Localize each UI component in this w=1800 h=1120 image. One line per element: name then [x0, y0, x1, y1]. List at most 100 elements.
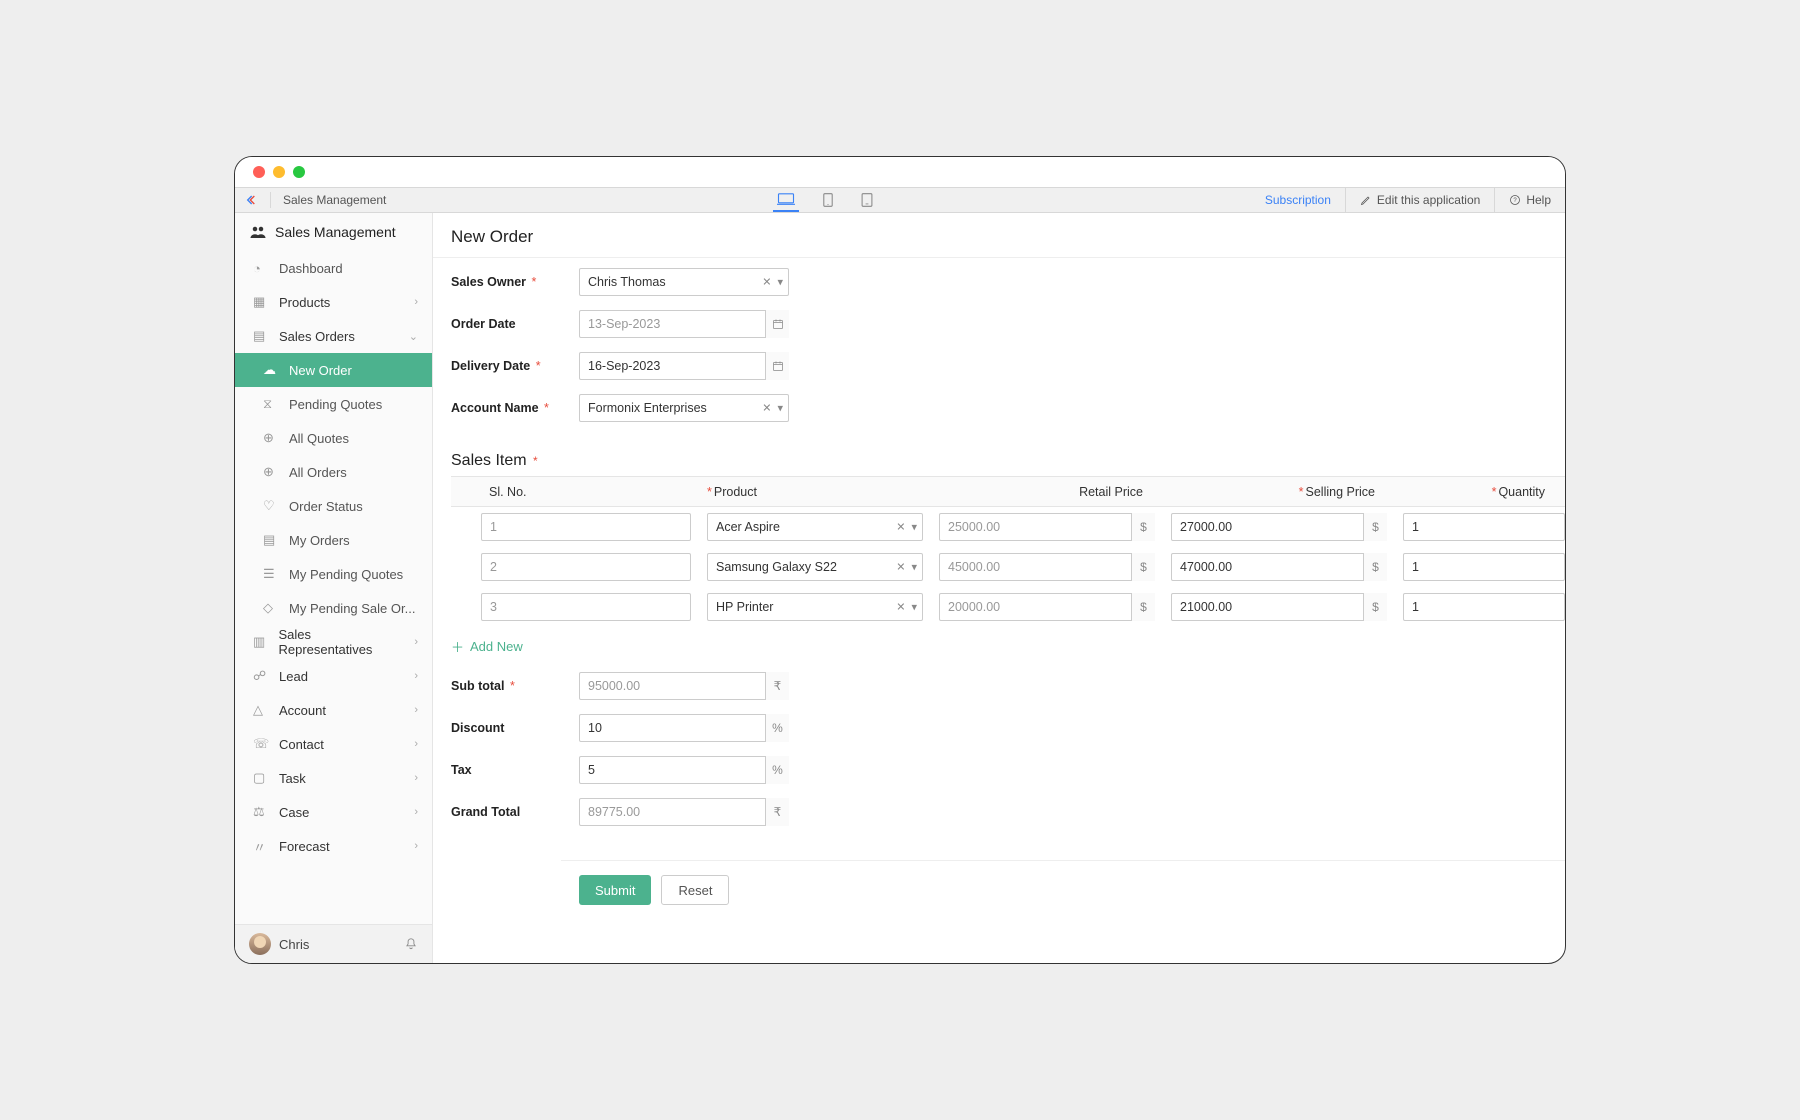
minimize-window-icon[interactable] [273, 166, 285, 178]
sidebar-item-case[interactable]: ⚖ Case › [235, 795, 432, 829]
clear-icon[interactable]: ✕ [896, 601, 905, 614]
sidebar-item-label: All Quotes [289, 431, 349, 446]
chevron-right-icon: › [414, 738, 418, 750]
qty-input[interactable] [1403, 553, 1565, 581]
sidebar-item-forecast[interactable]: 〃 Forecast › [235, 829, 432, 863]
gauge-icon: ◔ [253, 261, 269, 276]
help-link[interactable]: ? Help [1494, 188, 1565, 212]
sidebar-item-label: Pending Quotes [289, 397, 382, 412]
sidebar-item-label: My Pending Sale Or... [289, 601, 415, 616]
chevron-right-icon: › [414, 670, 418, 682]
sidebar-item-products[interactable]: ▦ Products › [235, 285, 432, 319]
product-input[interactable] [707, 513, 923, 541]
account-name-input[interactable] [579, 394, 789, 422]
gift-icon: ▦ [253, 294, 269, 310]
close-window-icon[interactable] [253, 166, 265, 178]
avatar-icon[interactable] [249, 933, 271, 955]
chevron-right-icon: › [414, 840, 418, 852]
sidebar-item-label: Account [279, 703, 326, 718]
dollar-icon: $ [1363, 553, 1387, 581]
calendar-icon[interactable] [765, 352, 789, 380]
calendar-icon[interactable] [765, 310, 789, 338]
back-button[interactable] [235, 192, 271, 208]
tablet-view-button[interactable] [819, 188, 837, 212]
sidebar-item-lead[interactable]: ☍ Lead › [235, 659, 432, 693]
building-icon: ▥ [253, 634, 268, 650]
qty-input[interactable] [1403, 513, 1565, 541]
dollar-icon: $ [1131, 513, 1155, 541]
sidebar-item-sales-orders[interactable]: ▤ Sales Orders ⌄ [235, 319, 432, 353]
sidebar-item-dashboard[interactable]: ◔ Dashboard [235, 251, 432, 285]
submit-button[interactable]: Submit [579, 875, 651, 905]
sidebar-item-my-pending-quotes[interactable]: ☰ My Pending Quotes [235, 557, 432, 591]
chevron-down-icon[interactable]: ▾ [777, 276, 783, 289]
sales-owner-input[interactable] [579, 268, 789, 296]
sidebar-item-label: Forecast [279, 839, 330, 854]
dollar-icon: $ [1131, 553, 1155, 581]
sidebar-item-pending-quotes[interactable]: ⧖ Pending Quotes [235, 387, 432, 421]
edit-application-link[interactable]: Edit this application [1345, 188, 1494, 212]
help-label: Help [1526, 193, 1551, 207]
clipboard-icon: ▢ [253, 770, 269, 786]
chevron-right-icon: › [414, 296, 418, 308]
sidebar-item-contact[interactable]: ☏ Contact › [235, 727, 432, 761]
discount-input[interactable] [579, 714, 789, 742]
chevron-down-icon[interactable]: ▾ [911, 521, 917, 534]
sidebar-item-label: My Pending Quotes [289, 567, 403, 582]
reset-button[interactable]: Reset [661, 875, 729, 905]
product-input[interactable] [707, 593, 923, 621]
delivery-date-input[interactable] [579, 352, 789, 380]
bell-icon[interactable] [404, 937, 418, 951]
dollar-icon: $ [1131, 593, 1155, 621]
edit-application-label: Edit this application [1377, 193, 1480, 207]
clear-icon[interactable]: ✕ [896, 521, 905, 534]
help-icon: ? [1509, 194, 1521, 206]
users-icon [249, 223, 267, 241]
product-input[interactable] [707, 553, 923, 581]
sidebar-item-label: Lead [279, 669, 308, 684]
hourglass-icon: ⧖ [263, 396, 279, 412]
sidebar-item-my-orders[interactable]: ▤ My Orders [235, 523, 432, 557]
sidebar-item-my-pending-sale-orders[interactable]: ◇ My Pending Sale Or... [235, 591, 432, 625]
sidebar-item-sales-reps[interactable]: ▥ Sales Representatives › [235, 625, 432, 659]
chevron-down-icon[interactable]: ▾ [911, 601, 917, 614]
sidebar-item-label: New Order [289, 363, 352, 378]
chevron-down-icon[interactable]: ▾ [911, 561, 917, 574]
qty-input[interactable] [1403, 593, 1565, 621]
col-product: *Product [699, 485, 931, 499]
add-new-button[interactable]: ＋ Add New [433, 627, 1565, 666]
clear-icon[interactable]: ✕ [762, 276, 771, 289]
selling-input[interactable] [1171, 593, 1387, 621]
sidebar-item-account[interactable]: △ Account › [235, 693, 432, 727]
clear-icon[interactable]: ✕ [762, 402, 771, 415]
grand-total-input [579, 798, 789, 826]
back-arrow-icon [245, 192, 261, 208]
tax-input[interactable] [579, 756, 789, 784]
mobile-view-button[interactable] [857, 188, 877, 212]
sidebar-item-order-status[interactable]: ♡ Order Status [235, 489, 432, 523]
add-new-label: Add New [470, 639, 523, 654]
sidebar-item-new-order[interactable]: ☁ New Order [235, 353, 432, 387]
order-date-input[interactable] [579, 310, 789, 338]
subscription-link[interactable]: Subscription [1251, 188, 1345, 212]
sidebar-item-task[interactable]: ▢ Task › [235, 761, 432, 795]
rupee-icon: ₹ [765, 672, 789, 700]
topbar-title: Sales Management [271, 193, 398, 207]
chevron-down-icon[interactable]: ▾ [777, 402, 783, 415]
flask-icon: △ [253, 702, 269, 718]
sidebar-item-all-quotes[interactable]: ⊕ All Quotes [235, 421, 432, 455]
app-name: Sales Management [275, 224, 396, 240]
sidebar-item-all-orders[interactable]: ⊕ All Orders [235, 455, 432, 489]
sidebar-item-label: Products [279, 295, 330, 310]
clear-icon[interactable]: ✕ [896, 561, 905, 574]
table-row: ✕▾$$ [451, 587, 1565, 627]
sl-input [481, 593, 691, 621]
maximize-window-icon[interactable] [293, 166, 305, 178]
sidebar-item-label: Sales Representatives [278, 627, 404, 657]
col-slno: Sl. No. [451, 485, 699, 499]
col-selling: *Selling Price [1163, 485, 1395, 499]
selling-input[interactable] [1171, 513, 1387, 541]
rupee-icon: ₹ [765, 798, 789, 826]
selling-input[interactable] [1171, 553, 1387, 581]
desktop-view-button[interactable] [773, 188, 799, 212]
